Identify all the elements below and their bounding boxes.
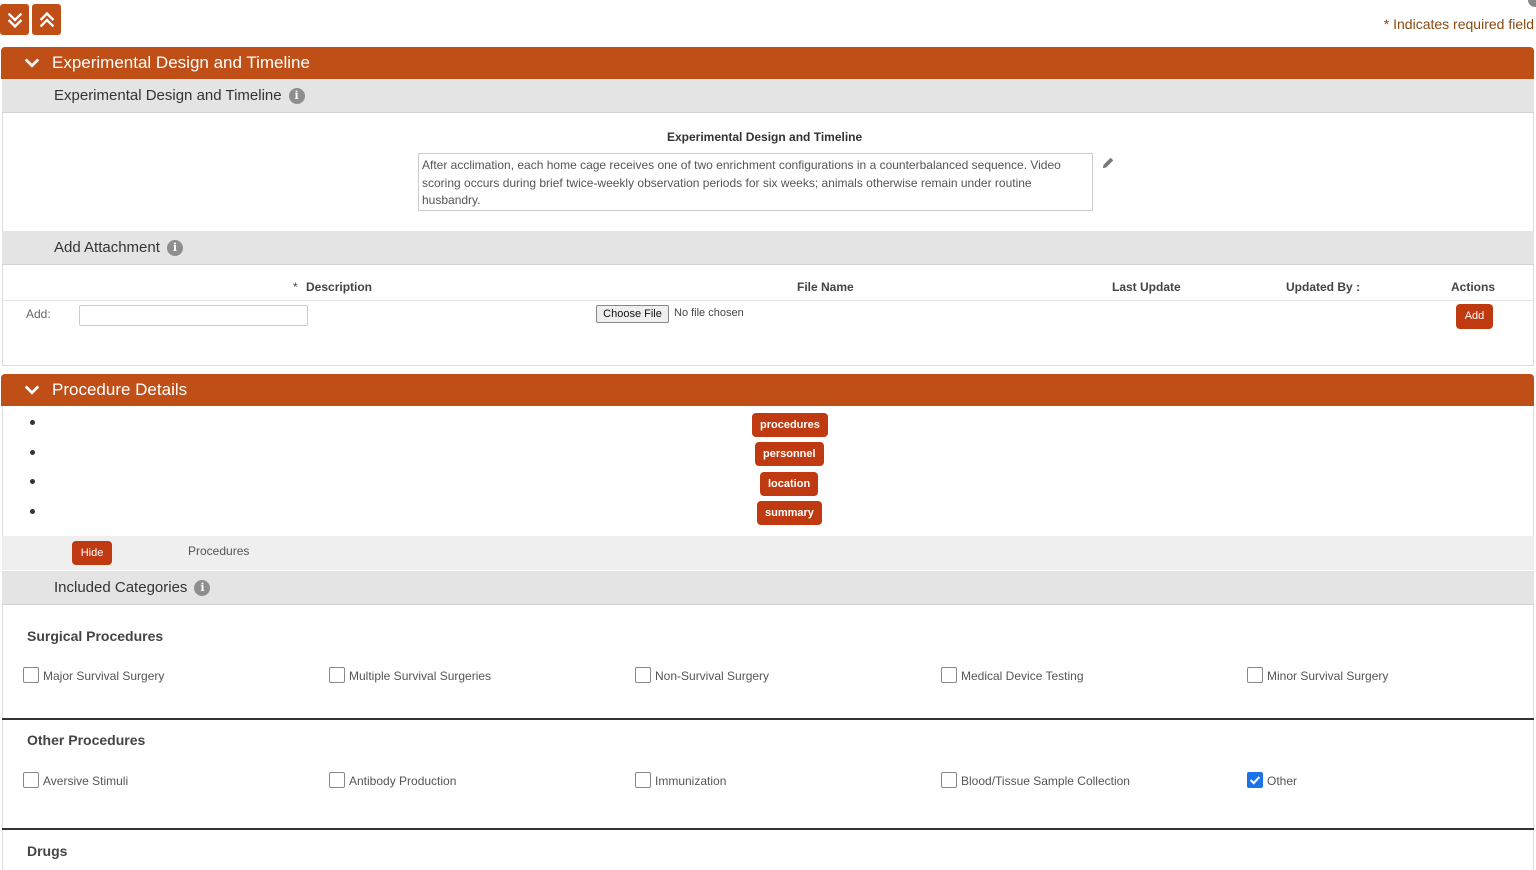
checkbox-item[interactable]: Other — [1247, 772, 1297, 788]
category-heading-drugs: Drugs — [27, 843, 68, 859]
add-attachment-button[interactable]: Add — [1456, 304, 1493, 329]
checkbox-label: Antibody Production — [349, 774, 457, 788]
hide-button[interactable]: Hide — [72, 541, 112, 565]
location-button[interactable]: location — [760, 472, 819, 496]
list-bullet — [30, 479, 35, 484]
procedures-button[interactable]: procedures — [752, 413, 828, 437]
subheader-attachment: Add Attachment i — [2, 231, 1534, 265]
column-header-description: Description — [306, 280, 373, 294]
checkbox[interactable] — [329, 667, 345, 683]
list-bullet — [30, 450, 35, 455]
checkbox[interactable] — [23, 667, 39, 683]
column-header-actions: Actions — [1451, 280, 1496, 294]
category-heading-surgical: Surgical Procedures — [27, 628, 164, 644]
checkbox-label: Blood/Tissue Sample Collection — [961, 774, 1130, 788]
checkbox-item[interactable]: Aversive Stimuli — [23, 772, 128, 788]
checkbox[interactable] — [23, 772, 39, 788]
checkbox[interactable] — [941, 772, 957, 788]
checkbox-item[interactable]: Medical Device Testing — [941, 667, 1084, 683]
double-chevron-up-icon — [39, 11, 54, 27]
pencil-icon[interactable] — [1101, 156, 1115, 170]
divider — [2, 828, 1534, 830]
chevron-down-icon — [24, 58, 40, 68]
personnel-button[interactable]: personnel — [755, 442, 824, 466]
checkbox[interactable] — [635, 772, 651, 788]
checkbox-item[interactable]: Antibody Production — [329, 772, 456, 788]
checkbox-checked[interactable] — [1247, 772, 1263, 788]
checkbox-label: Medical Device Testing — [961, 669, 1084, 683]
description-input[interactable] — [79, 305, 308, 326]
checkmark-icon — [1249, 776, 1261, 785]
section-header-experimental[interactable]: Experimental Design and Timeline — [1, 47, 1534, 79]
checkbox-label: Multiple Survival Surgeries — [349, 669, 492, 683]
checkbox-item[interactable]: Immunization — [635, 772, 726, 788]
checkbox-label: Non-Survival Surgery — [655, 669, 770, 683]
experimental-design-textarea[interactable]: After acclimation, each home cage receiv… — [418, 153, 1093, 211]
top-toolbar: * Indicates required field — [0, 0, 1536, 46]
checkbox-item[interactable]: Blood/Tissue Sample Collection — [941, 772, 1130, 788]
section-header-procedure[interactable]: Procedure Details — [1, 374, 1534, 406]
divider — [2, 300, 1534, 301]
divider — [2, 718, 1534, 720]
checkbox-label: Aversive Stimuli — [43, 774, 129, 788]
column-header-updated-by: Updated By : — [1286, 280, 1361, 294]
info-icon[interactable]: i — [288, 87, 305, 104]
section-title: Procedure Details — [52, 380, 188, 399]
checkbox[interactable] — [635, 667, 651, 683]
checkbox[interactable] — [941, 667, 957, 683]
subheader-included-categories: Included Categories i — [2, 571, 1534, 605]
no-file-label: No file chosen — [674, 307, 744, 319]
checkbox-item[interactable]: Non-Survival Surgery — [635, 667, 769, 683]
category-heading-other: Other Procedures — [27, 732, 146, 748]
checkbox-item[interactable]: Multiple Survival Surgeries — [329, 667, 491, 683]
double-chevron-down-icon — [7, 12, 22, 28]
info-icon[interactable]: i — [194, 579, 211, 596]
checkbox-label: Other — [1267, 774, 1298, 788]
summary-button[interactable]: summary — [757, 501, 822, 525]
collapse-all-button[interactable] — [32, 4, 61, 35]
procedures-label: Procedures — [188, 544, 250, 558]
subheader-label: Add Attachment — [54, 239, 160, 256]
checkbox-label: Major Survival Surgery — [43, 669, 165, 683]
checkbox-item[interactable]: Major Survival Surgery — [23, 667, 164, 683]
choose-file-button[interactable]: Choose File — [596, 305, 669, 323]
categories-panel — [2, 605, 1534, 870]
checkbox[interactable] — [1247, 667, 1263, 683]
required-field-note: * Indicates required field — [1383, 16, 1534, 32]
info-icon[interactable]: i — [166, 239, 183, 256]
section-title: Experimental Design and Timeline — [52, 53, 310, 72]
column-header-file-name: File Name — [797, 280, 854, 294]
column-header-last-update: Last Update — [1112, 280, 1181, 294]
expand-all-button[interactable] — [0, 4, 29, 35]
add-label: Add: — [26, 307, 51, 321]
checkbox-label: Immunization — [655, 774, 727, 788]
subheader-label: Included Categories — [54, 579, 188, 596]
list-bullet — [30, 509, 35, 514]
checkbox[interactable] — [329, 772, 345, 788]
list-bullet — [30, 420, 35, 425]
checkbox-item[interactable]: Minor Survival Surgery — [1247, 667, 1388, 683]
info-icon[interactable] — [1528, 0, 1536, 7]
subheader-label: Experimental Design and Timeline — [54, 87, 282, 104]
chevron-down-icon — [24, 385, 40, 395]
field-title: Experimental Design and Timeline — [667, 130, 863, 144]
subheader-experimental: Experimental Design and Timeline i — [2, 79, 1534, 113]
required-marker: * — [293, 280, 298, 294]
checkbox-label: Minor Survival Surgery — [1267, 669, 1389, 683]
